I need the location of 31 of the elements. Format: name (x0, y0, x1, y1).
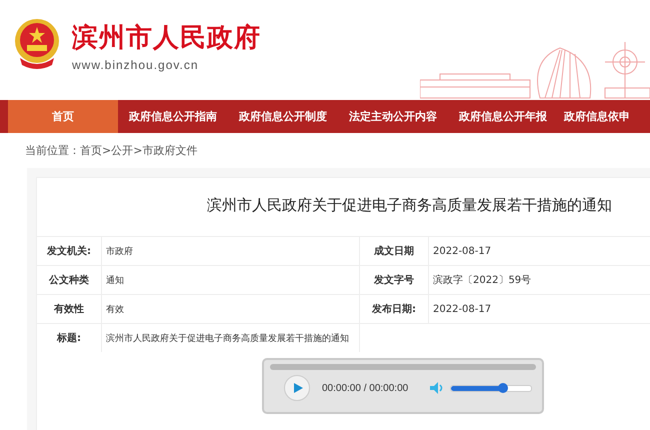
breadcrumb: 当前位置：首页>公开>市政府文件 (24, 143, 198, 159)
document-title: 滨州市人民政府关于促进电子商务高质量发展若干措施的通知 (206, 195, 613, 216)
field-value: 滨政字〔2022〕59号 (432, 274, 532, 288)
nav-tab[interactable]: 法定主动公开内容 (338, 100, 448, 133)
field-label: 发文字号 (360, 266, 429, 294)
field-label: 公文种类 (37, 266, 102, 294)
time-display: 00:00:00 / 00:00:00 (322, 382, 408, 394)
field-value: 2022-08-17 (432, 302, 492, 316)
nav-tab[interactable]: 政府信息公开制度 (228, 100, 338, 133)
nav-tab[interactable]: 政府信息公开年报 (448, 100, 558, 133)
field-label: 标题: (37, 324, 102, 352)
field-label: 发布日期: (360, 295, 429, 323)
nav-tab[interactable]: 政府信息公开指南 (118, 100, 228, 133)
site-title: 滨州市人民政府 (72, 22, 261, 54)
emblem-icon (12, 18, 62, 70)
field-label: 成文日期 (360, 237, 429, 265)
play-button[interactable] (284, 375, 310, 401)
field-label: 有效性 (37, 295, 102, 323)
volume-icon[interactable] (430, 382, 444, 394)
field-value: 市政府 (102, 237, 360, 265)
volume-slider[interactable] (450, 384, 532, 392)
field-value: 2022-08-17 (432, 244, 492, 258)
field-value: 滨州市人民政府关于促进电子商务高质量发展若干措施的通知 (102, 324, 360, 352)
field-value: 有效 (102, 295, 360, 323)
nav-tab[interactable]: 首页 (8, 100, 118, 133)
nav-tab[interactable]: 政府信息依申 (558, 100, 630, 133)
site-url: www.binzhou.gov.cn (72, 58, 200, 72)
field-value: 通知 (102, 266, 360, 294)
play-icon (294, 383, 302, 393)
progress-track[interactable] (270, 364, 536, 370)
field-label: 发文机关: (37, 237, 102, 265)
